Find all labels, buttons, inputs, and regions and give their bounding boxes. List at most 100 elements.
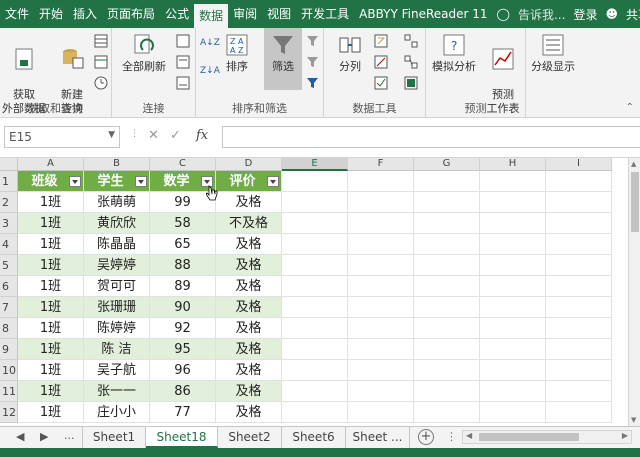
table-cell[interactable]: 1班 <box>18 360 84 381</box>
column-header-g[interactable]: G <box>414 158 480 171</box>
empty-cell[interactable] <box>546 171 612 192</box>
empty-cell[interactable] <box>282 360 348 381</box>
table-cell[interactable]: 张萌萌 <box>84 192 150 213</box>
row-header-5[interactable]: 5 <box>0 255 18 276</box>
column-header-d[interactable]: D <box>216 158 282 171</box>
table-cell[interactable]: 77 <box>150 402 216 423</box>
empty-cell[interactable] <box>546 213 612 234</box>
empty-cell[interactable] <box>546 234 612 255</box>
select-all-corner[interactable] <box>0 158 18 171</box>
empty-cell[interactable] <box>414 255 480 276</box>
refresh-all-button[interactable]: 全部刷新 <box>118 32 170 74</box>
empty-cell[interactable] <box>348 234 414 255</box>
table-cell[interactable]: 86 <box>150 381 216 402</box>
table-cell[interactable]: 吴子航 <box>84 360 150 381</box>
empty-cell[interactable] <box>282 381 348 402</box>
table-cell[interactable]: 1班 <box>18 402 84 423</box>
sheet-tab-more[interactable]: Sheet ... <box>346 427 410 448</box>
table-cell[interactable]: 陈晶晶 <box>84 234 150 255</box>
empty-cell[interactable] <box>480 234 546 255</box>
table-cell[interactable]: 89 <box>150 276 216 297</box>
formula-input[interactable] <box>222 126 640 148</box>
table-header-cell[interactable]: 学生 <box>84 171 150 192</box>
empty-cell[interactable] <box>348 402 414 423</box>
table-cell[interactable]: 及格 <box>216 276 282 297</box>
empty-cell[interactable] <box>480 297 546 318</box>
empty-cell[interactable] <box>414 318 480 339</box>
empty-cell[interactable] <box>546 402 612 423</box>
empty-cell[interactable] <box>282 297 348 318</box>
column-header-b[interactable]: B <box>84 158 150 171</box>
empty-cell[interactable] <box>282 402 348 423</box>
column-header-i[interactable]: I <box>546 158 612 171</box>
table-cell[interactable]: 88 <box>150 255 216 276</box>
tab-splitter-icon[interactable]: ⋮ <box>446 430 457 443</box>
share-button[interactable]: 共享 <box>622 6 640 23</box>
vertical-scrollbar[interactable]: ▲ ▼ <box>628 158 640 426</box>
tab-file[interactable]: 文件 <box>0 0 34 28</box>
empty-cell[interactable] <box>480 192 546 213</box>
add-sheet-button[interactable]: + <box>418 429 434 445</box>
next-sheet-icon[interactable]: ▶ <box>40 430 48 443</box>
reapply-icon[interactable] <box>306 55 320 69</box>
function-icon[interactable]: fx <box>196 128 208 143</box>
empty-cell[interactable] <box>282 213 348 234</box>
cancel-icon[interactable]: ✕ <box>148 128 159 143</box>
filter-dropdown-icon[interactable] <box>69 176 81 187</box>
empty-cell[interactable] <box>282 339 348 360</box>
edit-links-icon[interactable] <box>176 76 190 90</box>
tab-home[interactable]: 开始 <box>34 0 68 28</box>
name-box[interactable]: E15 ▼ <box>4 126 120 148</box>
tab-data[interactable]: 数据 <box>194 4 229 28</box>
row-header-10[interactable]: 10 <box>0 360 18 381</box>
table-cell[interactable]: 1班 <box>18 213 84 234</box>
table-cell[interactable]: 陈 洁 <box>84 339 150 360</box>
empty-cell[interactable] <box>480 213 546 234</box>
empty-cell[interactable] <box>282 276 348 297</box>
more-sheets-left[interactable]: ... <box>64 429 75 442</box>
empty-cell[interactable] <box>414 213 480 234</box>
table-cell[interactable]: 庄小小 <box>84 402 150 423</box>
vertical-scroll-thumb[interactable] <box>631 172 639 232</box>
advanced-filter-icon[interactable] <box>306 76 320 90</box>
what-if-button[interactable]: ? 模拟分析 <box>428 32 480 74</box>
tab-review[interactable]: 审阅 <box>228 0 262 28</box>
table-cell[interactable]: 92 <box>150 318 216 339</box>
empty-cell[interactable] <box>348 171 414 192</box>
column-header-c[interactable]: C <box>150 158 216 171</box>
table-cell[interactable]: 吴婷婷 <box>84 255 150 276</box>
tell-me-box[interactable]: 告诉我... <box>514 6 569 23</box>
consolidate-icon[interactable] <box>404 34 418 48</box>
remove-duplicates-icon[interactable] <box>374 55 388 69</box>
empty-cell[interactable] <box>480 381 546 402</box>
chevron-down-icon[interactable]: ▼ <box>108 130 115 140</box>
empty-cell[interactable] <box>546 297 612 318</box>
empty-cell[interactable] <box>348 360 414 381</box>
table-cell[interactable]: 及格 <box>216 297 282 318</box>
prev-sheet-icon[interactable]: ◀ <box>16 430 24 443</box>
properties-icon[interactable] <box>176 55 190 69</box>
validation-icon[interactable] <box>374 76 388 90</box>
sheet-tab-sheet6[interactable]: Sheet6 <box>282 427 346 448</box>
empty-cell[interactable] <box>414 339 480 360</box>
table-icon[interactable] <box>94 34 108 48</box>
empty-cell[interactable] <box>480 276 546 297</box>
table-cell[interactable]: 及格 <box>216 192 282 213</box>
table-cell[interactable]: 陈婷婷 <box>84 318 150 339</box>
empty-cell[interactable] <box>414 171 480 192</box>
table-cell[interactable]: 65 <box>150 234 216 255</box>
filter-button[interactable]: 筛选 <box>264 28 302 90</box>
empty-cell[interactable] <box>348 297 414 318</box>
table-cell[interactable]: 及格 <box>216 255 282 276</box>
table-cell[interactable]: 1班 <box>18 192 84 213</box>
row-header-11[interactable]: 11 <box>0 381 18 402</box>
sort-button[interactable]: Z AA Z 排序 <box>220 32 254 74</box>
clock-icon[interactable] <box>94 76 108 90</box>
tab-abbyy[interactable]: ABBYY FineReader 11 <box>354 0 492 28</box>
empty-cell[interactable] <box>348 339 414 360</box>
filter-dropdown-icon[interactable] <box>135 176 147 187</box>
empty-cell[interactable] <box>414 402 480 423</box>
empty-cell[interactable] <box>546 255 612 276</box>
tab-page-layout[interactable]: 页面布局 <box>102 0 160 28</box>
row-header-8[interactable]: 8 <box>0 318 18 339</box>
